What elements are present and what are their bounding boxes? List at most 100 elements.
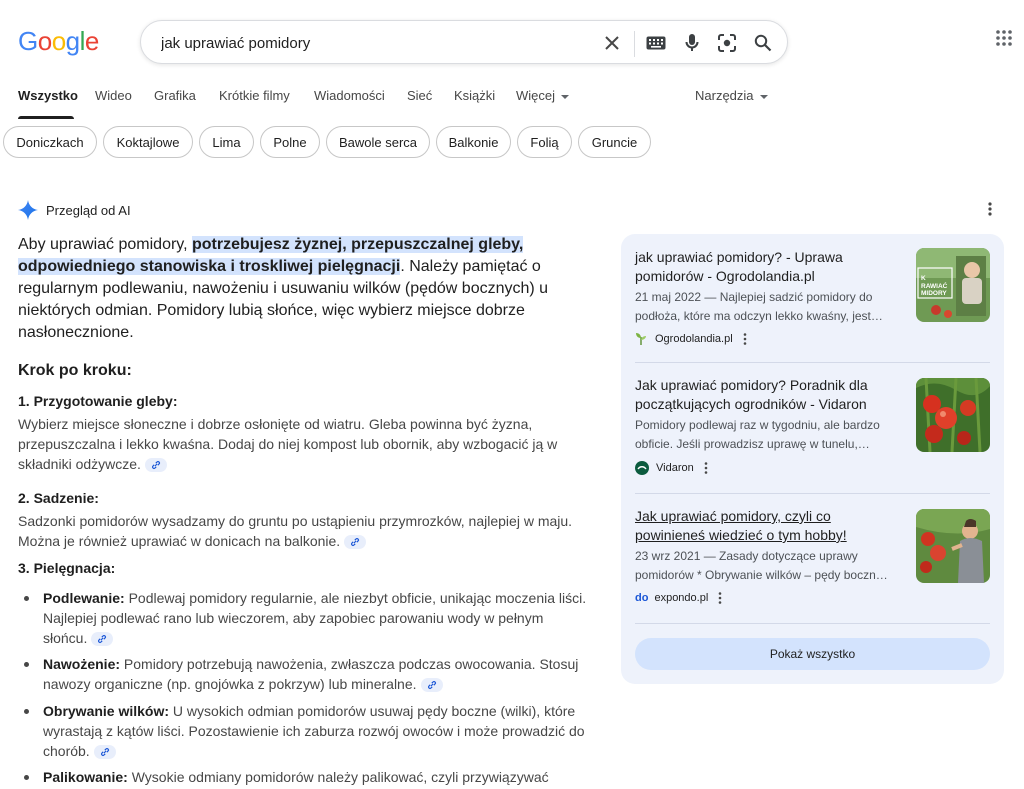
bullet-dot bbox=[24, 775, 29, 780]
source-site-name: Ogrodolandia.pl bbox=[655, 333, 733, 345]
tab-wiadomosci[interactable]: Wiadomości bbox=[314, 88, 385, 103]
logo-letter: o bbox=[51, 26, 66, 56]
logo-letter: G bbox=[18, 26, 38, 56]
bullet-dot bbox=[24, 596, 29, 601]
source-title[interactable]: Jak uprawiać pomidory, czyli co powinien… bbox=[635, 507, 900, 545]
tab-ksiazki[interactable]: Książki bbox=[454, 88, 495, 103]
citation-link-icon[interactable] bbox=[344, 535, 367, 550]
bullet-text: Pomidory potrzebują nawożenia, zwłaszcza… bbox=[43, 656, 579, 692]
source-thumbnail[interactable] bbox=[916, 378, 990, 452]
list-item: Obrywanie wilków: U wysokich odmian pomi… bbox=[24, 701, 589, 761]
chevron-down-icon bbox=[561, 94, 570, 99]
tab-krotkie-filmy[interactable]: Krótkie filmy bbox=[219, 88, 290, 103]
chip-bawole-serca[interactable]: Bawole serca bbox=[326, 126, 430, 158]
ogrodolandia-favicon bbox=[636, 333, 646, 345]
bullet-text: Podlewaj pomidory regularnie, ale niezby… bbox=[43, 590, 587, 646]
clear-icon[interactable] bbox=[601, 32, 623, 54]
source-snippet: 23 wrz 2021 — Zasady dotyczące uprawy po… bbox=[635, 549, 888, 582]
svg-text:MIDORY: MIDORY bbox=[921, 290, 947, 297]
source-site[interactable]: Ogrodolandia.pl bbox=[635, 332, 747, 346]
tab-wideo[interactable]: Wideo bbox=[95, 88, 132, 103]
citation-link-icon[interactable] bbox=[420, 678, 443, 693]
source-site[interactable]: do expondo.pl bbox=[635, 592, 722, 604]
logo-letter: o bbox=[37, 26, 52, 56]
expondo-favicon: do bbox=[635, 592, 649, 604]
chip-polne[interactable]: Polne bbox=[260, 126, 320, 158]
source-thumbnail[interactable] bbox=[916, 509, 990, 583]
tab-wiecej-label: Więcej bbox=[516, 88, 556, 103]
bullet-term: Obrywanie wilków: bbox=[43, 703, 170, 719]
list-item: Podlewanie: Podlewaj pomidory regularnie… bbox=[24, 588, 589, 648]
logo-letter: g bbox=[65, 26, 80, 56]
more-options-icon[interactable] bbox=[704, 462, 708, 474]
summary-intro: Aby uprawiać pomidory, bbox=[18, 236, 192, 253]
source-site-name: expondo.pl bbox=[654, 592, 709, 604]
svg-text:K: K bbox=[921, 275, 926, 282]
divider bbox=[635, 623, 990, 624]
section-body: Sadzonki pomidorów wysadzamy do gruntu p… bbox=[18, 513, 573, 549]
gemini-sparkle-icon bbox=[18, 200, 38, 220]
more-options-icon[interactable] bbox=[743, 333, 747, 345]
bullet-term: Palikowanie: bbox=[43, 769, 128, 785]
more-options-icon[interactable] bbox=[718, 592, 722, 604]
source-thumbnail[interactable]: K RAWIAĆ MIDORY bbox=[916, 248, 990, 322]
source-site[interactable]: Vidaron bbox=[635, 461, 708, 475]
logo-letter: e bbox=[84, 26, 99, 56]
chip-folia[interactable]: Folią bbox=[517, 126, 572, 158]
divider bbox=[635, 493, 990, 494]
chip-gruncie[interactable]: Gruncie bbox=[578, 126, 651, 158]
more-options-icon[interactable] bbox=[988, 202, 1002, 220]
source-title[interactable]: jak uprawiać pomidory? - Uprawa pomidoró… bbox=[635, 248, 900, 286]
source-snippet: 21 maj 2022 — Najlepiej sadzić pomidory … bbox=[635, 290, 883, 323]
search-box bbox=[140, 20, 788, 64]
source-title[interactable]: Jak uprawiać pomidory? Poradnik dla pocz… bbox=[635, 376, 900, 414]
chip-balkonie[interactable]: Balkonie bbox=[436, 126, 511, 158]
citation-link-icon[interactable] bbox=[144, 458, 167, 473]
tools-label: Narzędzia bbox=[695, 88, 754, 103]
search-divider bbox=[634, 31, 635, 57]
divider bbox=[635, 362, 990, 363]
vidaron-favicon bbox=[635, 461, 649, 475]
tab-wszystko[interactable]: Wszystko bbox=[18, 88, 78, 103]
search-icon[interactable] bbox=[752, 32, 774, 54]
bullet-term: Nawożenie: bbox=[43, 656, 121, 672]
tab-wiecej[interactable]: Więcej bbox=[516, 88, 570, 103]
section-title: 2. Sadzenie: bbox=[18, 490, 99, 506]
ai-overview-header: Przegląd od AI bbox=[18, 199, 131, 221]
tools-button[interactable]: Narzędzia bbox=[695, 88, 768, 103]
steps-heading: Krok po kroku: bbox=[18, 362, 132, 379]
bullet-term: Podlewanie: bbox=[43, 590, 125, 606]
bullet-dot bbox=[24, 709, 29, 714]
lens-camera-icon[interactable] bbox=[716, 32, 738, 54]
chip-doniczkach[interactable]: Doniczkach bbox=[3, 126, 97, 158]
search-input[interactable] bbox=[159, 32, 583, 54]
google-logo[interactable]: Google bbox=[18, 26, 99, 57]
show-all-button[interactable]: Pokaż wszystko bbox=[635, 638, 990, 670]
chip-lima[interactable]: Lima bbox=[199, 126, 254, 158]
citation-link-icon[interactable] bbox=[91, 632, 114, 647]
citation-link-icon[interactable] bbox=[93, 745, 116, 760]
tab-grafika[interactable]: Grafika bbox=[154, 88, 196, 103]
chevron-down-icon bbox=[759, 94, 768, 99]
list-item: Nawożenie: Pomidory potrzebują nawożenia… bbox=[24, 654, 589, 694]
list-item: Palikowanie: Wysokie odmiany pomidorów n… bbox=[24, 767, 589, 787]
bullet-dot bbox=[24, 662, 29, 667]
section-text: Wybierz miejsce słoneczne i dobrze osłon… bbox=[18, 414, 588, 474]
chip-koktajlowe[interactable]: Koktajlowe bbox=[103, 126, 193, 158]
active-tab-indicator bbox=[18, 116, 74, 119]
ai-summary: Aby uprawiać pomidory, potrzebujesz żyzn… bbox=[18, 234, 583, 344]
tab-siec[interactable]: Sieć bbox=[407, 88, 432, 103]
ai-overview-title: Przegląd od AI bbox=[46, 202, 131, 218]
sources-panel: jak uprawiać pomidory? - Uprawa pomidoró… bbox=[621, 234, 1004, 684]
microphone-icon[interactable] bbox=[681, 32, 703, 54]
apps-grid-icon[interactable] bbox=[996, 30, 1020, 54]
section-title: 1. Przygotowanie gleby: bbox=[18, 393, 178, 409]
svg-text:RAWIAĆ: RAWIAĆ bbox=[921, 281, 948, 290]
bullet-text: Wysokie odmiany pomidorów należy palikow… bbox=[127, 769, 549, 785]
source-site-name: Vidaron bbox=[656, 462, 694, 474]
section-title: 3. Pielęgnacja: bbox=[18, 560, 116, 576]
section-text: Sadzonki pomidorów wysadzamy do gruntu p… bbox=[18, 511, 588, 551]
keyboard-icon[interactable] bbox=[645, 32, 667, 54]
source-snippet: Pomidory podlewaj raz w tygodniu, ale ba… bbox=[635, 418, 880, 451]
section-body: Wybierz miejsce słoneczne i dobrze osłon… bbox=[18, 416, 558, 472]
